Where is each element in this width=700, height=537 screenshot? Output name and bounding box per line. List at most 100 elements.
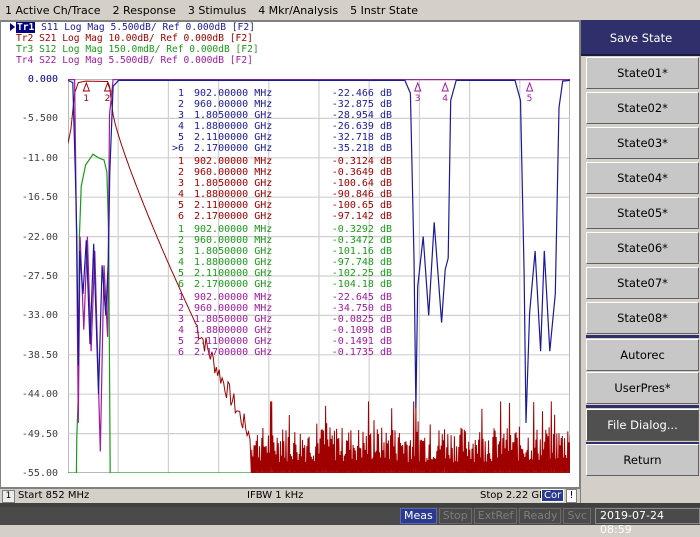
marker-row[interactable]: 2 960.00000 MHz -34.750 dB — [166, 303, 392, 314]
menu-active-ch-trace[interactable]: 1 Active Ch/Trace — [0, 4, 108, 17]
marker-value: -0.1098 dB — [331, 325, 392, 336]
marker-row[interactable]: 5 2.1100000 GHz -0.1491 dB — [166, 336, 392, 347]
marker-row[interactable]: 3 1.8050000 GHz -28.954 dB — [166, 110, 392, 121]
marker-row[interactable]: 5 2.1100000 GHz -100.65 dB — [166, 200, 392, 211]
marker-number: 4 — [177, 325, 184, 336]
marker-row[interactable]: 6 2.1700000 GHz -104.18 dB — [166, 279, 392, 290]
softkey-file-dialog[interactable]: File Dialog... — [586, 409, 699, 441]
status-meas: Meas — [400, 508, 437, 524]
trace-label-tr1[interactable]: Tr1 — [16, 22, 36, 33]
marker-value: -90.846 dB — [331, 189, 392, 200]
trace-row-tr4[interactable]: Tr4 S22 Log Mag 5.500dB/ Ref 0.000dB [F2… — [10, 55, 259, 66]
trace-format: Log Mag — [62, 55, 103, 66]
marker-value: -32.875 dB — [331, 99, 392, 110]
marker-value: -100.65 dB — [331, 200, 392, 211]
marker-row[interactable]: 4 1.8800000 GHz -97.748 dB — [166, 257, 392, 268]
marker-frequency: 1.8800000 GHz — [194, 257, 273, 268]
marker-row[interactable]: 1 902.00000 MHz -0.3292 dB — [166, 224, 392, 235]
softkey-state04[interactable]: State04* — [586, 162, 699, 194]
softkey-state08[interactable]: State08* — [586, 302, 699, 334]
trace-ref: Ref 0.000dB — [160, 33, 224, 44]
y-axis-label: -22.00 — [21, 231, 58, 243]
marker-frequency: 1.8800000 GHz — [194, 121, 273, 132]
softkey-state06[interactable]: State06* — [586, 232, 699, 264]
y-axis-label: -49.50 — [21, 428, 58, 440]
marker-frequency: 902.00000 MHz — [194, 292, 273, 303]
menu-mkr-analysis[interactable]: 4 Mkr/Analysis — [253, 4, 345, 17]
trace-row-tr1[interactable]: Tr1 S11 Log Mag 5.500dB/ Ref 0.000dB [F2… — [10, 22, 259, 33]
trace-tag: [F2] — [229, 33, 253, 44]
softkey-state05[interactable]: State05* — [586, 197, 699, 229]
menu-response[interactable]: 2 Response — [108, 4, 183, 17]
softkey-userpres[interactable]: UserPres* — [586, 372, 699, 404]
trace-ref: Ref 0.000dB — [162, 22, 226, 33]
marker-flag-label: 3 — [415, 94, 421, 104]
trace-tag: [F2] — [231, 22, 255, 33]
marker-number: 2 — [177, 99, 184, 110]
marker-frequency: 2.1100000 GHz — [194, 200, 273, 211]
marker-number: 3 — [177, 314, 184, 325]
marker-row[interactable]: 5 2.1100000 GHz -102.25 dB — [166, 268, 392, 279]
marker-row[interactable]: 3 1.8050000 GHz -101.16 dB — [166, 246, 392, 257]
trace-format: Log Mag — [64, 22, 105, 33]
marker-row[interactable]: 5 2.1100000 GHz -32.718 dB — [166, 132, 392, 143]
marker-group-tr2: 1 902.00000 MHz -0.3124 dB 2 960.00000 MHz -0… — [166, 156, 392, 222]
softkey-state01[interactable]: State01* — [586, 57, 699, 89]
marker-row[interactable]: 6 2.1700000 GHz -0.1735 dB — [166, 347, 392, 358]
softkey-autorec[interactable]: Autorec — [586, 339, 699, 371]
ifbw[interactable]: IFBW 1 kHz — [247, 490, 303, 501]
trace-label-tr4: Tr4 — [16, 55, 34, 66]
menu-instr-state[interactable]: 5 Instr State — [345, 4, 425, 17]
marker-number: 3 — [177, 178, 184, 189]
marker-row[interactable]: 2 960.00000 MHz -32.875 dB — [166, 99, 392, 110]
marker-number: 2 — [177, 167, 184, 178]
y-axis-label: 0.000 — [27, 74, 58, 85]
marker-value: -0.3124 dB — [331, 156, 392, 167]
marker-frequency: 960.00000 MHz — [194, 235, 273, 246]
softkey-state02[interactable]: State02* — [586, 92, 699, 124]
softkey-state03[interactable]: State03* — [586, 127, 699, 159]
marker-number: 6 — [177, 347, 184, 358]
marker-row[interactable]: 2 960.00000 MHz -0.3472 dB — [166, 235, 392, 246]
marker-number: 2 — [177, 303, 184, 314]
marker-flag-label: 1 — [83, 94, 89, 104]
marker-row[interactable]: 1 902.00000 MHz -0.3124 dB — [166, 156, 392, 167]
instrument-status-bar: Meas Stop ExtRef Ready Svc 2019-07-24 08… — [400, 507, 700, 536]
marker-row[interactable]: 3 1.8050000 GHz -0.0825 dB — [166, 314, 392, 325]
trace-scale: 150.0mdB/ — [108, 44, 161, 55]
menu-stimulus[interactable]: 3 Stimulus — [183, 4, 253, 17]
warning-indicator: ! — [566, 489, 577, 503]
trace-tag: [F2] — [235, 44, 259, 55]
marker-number: 5 — [177, 336, 184, 347]
start-frequency[interactable]: Start 852 MHz — [18, 490, 89, 501]
trace-row-tr3[interactable]: Tr3 S12 Log Mag 150.0mdB/ Ref 0.000dB [F… — [10, 44, 259, 55]
marker-row[interactable]: 6 2.1700000 GHz -97.142 dB — [166, 211, 392, 222]
marker-frequency: 960.00000 MHz — [194, 99, 273, 110]
marker-row[interactable]: 4 1.8800000 GHz -0.1098 dB — [166, 325, 392, 336]
softkey-state07[interactable]: State07* — [586, 267, 699, 299]
marker-group-tr1: 1 902.00000 MHz -22.466 dB 2 960.00000 MHz -3… — [166, 88, 392, 154]
marker-row[interactable]: >6 2.1700000 GHz -35.218 dB — [166, 143, 392, 154]
trace-param: S12 — [39, 44, 57, 55]
channel-number[interactable]: 1 — [2, 490, 15, 503]
marker-row[interactable]: 3 1.8050000 GHz -100.64 dB — [166, 178, 392, 189]
trace-scale: 5.500dB/ — [110, 22, 157, 33]
marker-frequency: 2.1700000 GHz — [194, 347, 273, 358]
marker-row[interactable]: 1 902.00000 MHz -22.466 dB — [166, 88, 392, 99]
marker-row[interactable]: 4 1.8800000 GHz -26.639 dB — [166, 121, 392, 132]
softkey-return[interactable]: Return — [586, 444, 699, 476]
marker-row[interactable]: 4 1.8800000 GHz -90.846 dB — [166, 189, 392, 200]
marker-number: >6 — [171, 143, 184, 154]
trace-row-tr2[interactable]: Tr2 S21 Log Mag 10.00dB/ Ref 0.000dB [F2… — [10, 33, 259, 44]
marker-number: 2 — [177, 235, 184, 246]
marker-row[interactable]: 2 960.00000 MHz -0.3649 dB — [166, 167, 392, 178]
trace-param: S21 — [39, 33, 57, 44]
marker-number: 4 — [177, 257, 184, 268]
menu-bar: 1 Active Ch/Trace 2 Response 3 Stimulus … — [0, 0, 700, 21]
marker-value: -28.954 dB — [331, 110, 392, 121]
marker-row[interactable]: 1 902.00000 MHz -22.645 dB — [166, 292, 392, 303]
marker-frequency: 1.8800000 GHz — [194, 325, 273, 336]
marker-value: -97.748 dB — [331, 257, 392, 268]
marker-number: 5 — [177, 132, 184, 143]
marker-value: -97.142 dB — [331, 211, 392, 222]
